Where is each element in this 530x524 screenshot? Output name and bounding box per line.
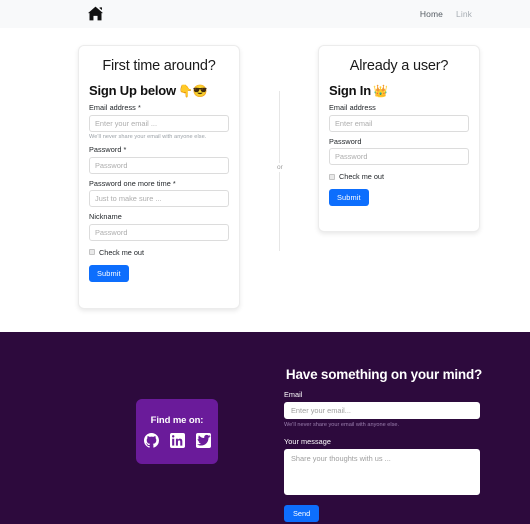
navbar-links: Home Link — [420, 0, 472, 28]
signup-email-help: We'll never share your email with anyone… — [89, 134, 207, 140]
signup-heading-text: Sign Up below — [89, 83, 176, 98]
nav-link-link[interactable]: Link — [456, 9, 472, 19]
linkedin-icon[interactable] — [169, 433, 185, 448]
signup-checkbox-row[interactable]: Check me out — [89, 248, 229, 257]
signup-nickname-label: Nickname — [89, 212, 122, 221]
footer-section: Find me on: Have something on your mind? — [0, 332, 530, 524]
contact-message-textarea[interactable] — [284, 448, 480, 495]
social-icons-row — [143, 433, 211, 448]
signup-password-confirm-field-group: Password one more time * — [89, 178, 229, 207]
nav-link-home[interactable]: Home — [420, 9, 443, 19]
signup-password-field-group: Password * — [89, 145, 229, 174]
signup-email-label: Email address * — [89, 103, 141, 112]
twitter-icon[interactable] — [195, 433, 211, 448]
main-content: First time around? Sign Up below 👇😎 Emai… — [0, 28, 530, 332]
contact-send-button[interactable]: Send — [284, 504, 320, 522]
signup-nickname-field-group: Nickname — [89, 212, 229, 241]
signin-password-input[interactable] — [329, 148, 469, 165]
signup-email-field-group: Email address * We'll never share your e… — [89, 103, 229, 140]
signup-password-input[interactable] — [89, 156, 229, 174]
contact-email-input[interactable] — [284, 402, 480, 419]
crown-emoji: 👑 — [372, 83, 388, 98]
signup-checkbox-label[interactable]: Check me out — [99, 248, 144, 257]
footer-title: Have something on your mind? — [285, 367, 483, 382]
signup-submit-button[interactable]: Submit — [89, 264, 129, 282]
social-card: Find me on: — [136, 399, 218, 464]
pointing-down-sunglasses-emoji: 👇😎 — [177, 83, 208, 98]
contact-email-label: Email — [284, 390, 303, 399]
signup-form-heading: Sign Up below 👇😎 — [89, 83, 229, 98]
signin-checkbox-label[interactable]: Check me out — [339, 172, 384, 181]
page-root: Home Link First time around? Sign Up bel… — [0, 0, 530, 524]
signup-nickname-input[interactable] — [89, 223, 229, 241]
home-icon[interactable] — [86, 4, 104, 22]
signin-email-input[interactable] — [329, 114, 469, 132]
signin-password-label: Password — [329, 136, 362, 146]
signin-password-field-group: Password — [329, 136, 469, 165]
signin-email-field-group: Email address — [329, 103, 469, 132]
signup-password-confirm-label: Password one more time * — [89, 178, 176, 188]
signup-card-title: First time around? — [102, 58, 216, 74]
signup-checkbox[interactable] — [89, 249, 95, 255]
signup-password-label: Password * — [89, 145, 127, 154]
signin-checkbox[interactable] — [329, 173, 335, 180]
contact-form: Email We'll never share your email with … — [284, 390, 480, 522]
signin-email-label: Email address — [329, 103, 376, 112]
social-card-title: Find me on: — [150, 415, 204, 426]
signin-card-title: Already a user? — [349, 58, 449, 74]
navbar: Home Link — [0, 0, 530, 28]
signin-form-heading: Sign In 👑 — [329, 83, 469, 98]
signin-submit-button[interactable]: Submit — [329, 189, 369, 206]
signup-card: First time around? Sign Up below 👇😎 Emai… — [78, 45, 240, 309]
signup-email-input[interactable] — [89, 114, 229, 132]
divider-label: or — [275, 163, 285, 172]
signin-card: Already a user? Sign In 👑 Email address … — [318, 45, 480, 232]
signin-heading-text: Sign In — [329, 83, 371, 98]
github-icon[interactable] — [143, 433, 159, 448]
or-divider: or — [275, 91, 285, 251]
signin-checkbox-row[interactable]: Check me out — [329, 172, 469, 181]
contact-message-label: Your message — [284, 436, 331, 446]
contact-email-help: We'll never share your email with anyone… — [284, 421, 400, 428]
signup-password-confirm-input[interactable] — [89, 190, 229, 207]
